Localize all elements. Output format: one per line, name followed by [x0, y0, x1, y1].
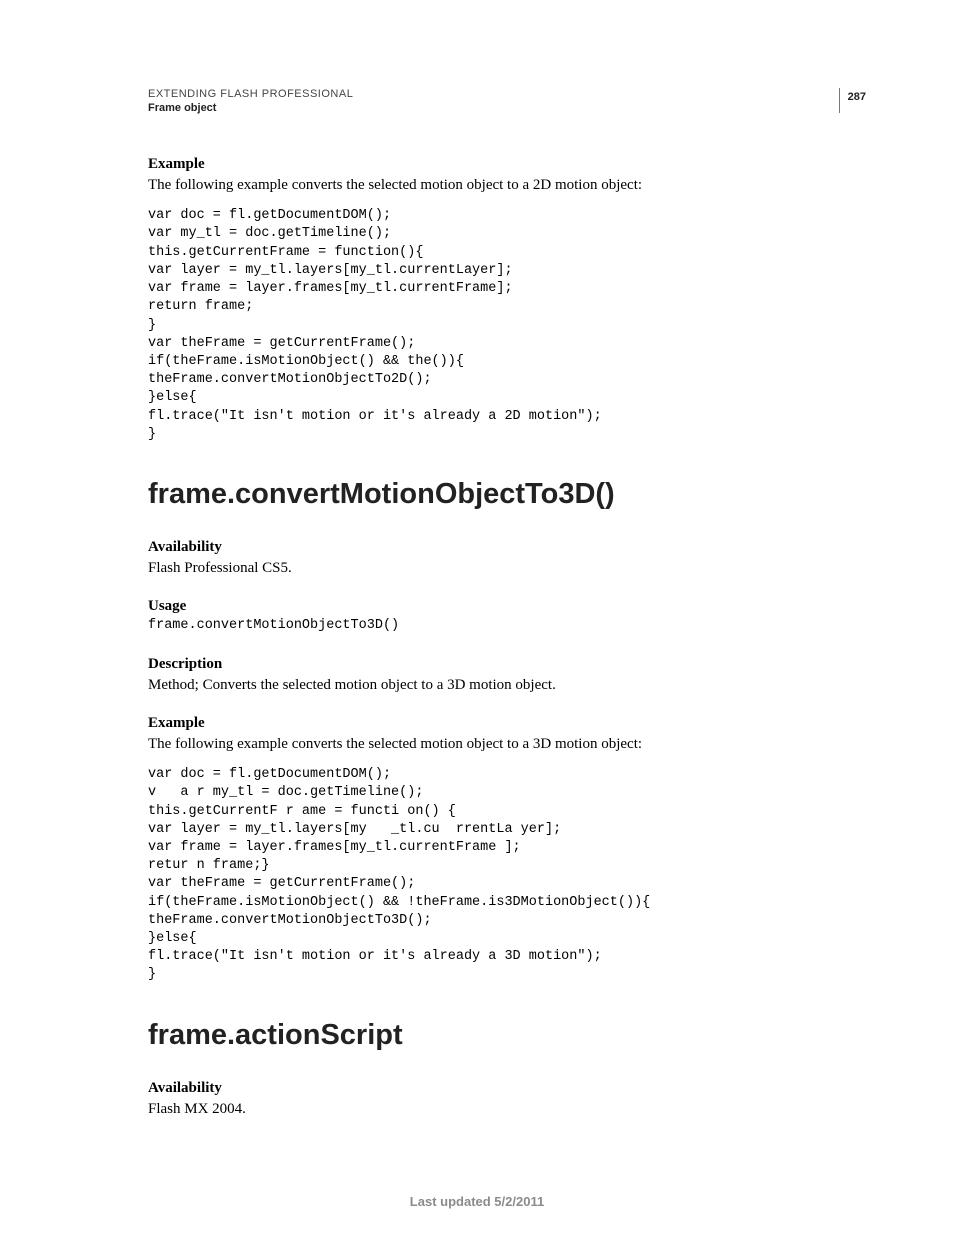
method-title-3d: frame.convertMotionObjectTo3D()	[148, 478, 854, 511]
example-intro: The following example converts the selec…	[148, 175, 854, 195]
header-chapter-title: Frame object	[148, 102, 854, 114]
usage-heading: Usage	[148, 598, 854, 615]
example-block-2d: Example The following example converts t…	[148, 156, 854, 444]
description-block: Description Method; Converts the selecte…	[148, 656, 854, 695]
availability-text: Flash MX 2004.	[148, 1099, 854, 1119]
description-text: Method; Converts the selected motion obj…	[148, 675, 854, 695]
example-heading: Example	[148, 156, 854, 173]
example-block-3d: Example The following example converts t…	[148, 715, 854, 985]
code-example-3d: var doc = fl.getDocumentDOM(); v a r my_…	[148, 766, 854, 985]
footer-last-updated: Last updated 5/2/2011	[0, 1194, 954, 1209]
availability-heading: Availability	[148, 1080, 854, 1097]
property-title-actionscript: frame.actionScript	[148, 1019, 854, 1052]
usage-code: frame.convertMotionObjectTo3D()	[148, 617, 854, 635]
description-heading: Description	[148, 656, 854, 673]
availability-block: Availability Flash Professional CS5.	[148, 539, 854, 578]
availability-block-2: Availability Flash MX 2004.	[148, 1080, 854, 1119]
example-heading: Example	[148, 715, 854, 732]
example-intro: The following example converts the selec…	[148, 734, 854, 754]
usage-block: Usage frame.convertMotionObjectTo3D()	[148, 598, 854, 635]
running-header: EXTENDING FLASH PROFESSIONAL Frame objec…	[148, 88, 854, 114]
availability-heading: Availability	[148, 539, 854, 556]
header-book-title: EXTENDING FLASH PROFESSIONAL	[148, 88, 854, 100]
availability-text: Flash Professional CS5.	[148, 558, 854, 578]
page-number: 287	[839, 88, 866, 113]
page: 287 EXTENDING FLASH PROFESSIONAL Frame o…	[0, 0, 954, 1235]
code-example-2d: var doc = fl.getDocumentDOM(); var my_tl…	[148, 207, 854, 444]
